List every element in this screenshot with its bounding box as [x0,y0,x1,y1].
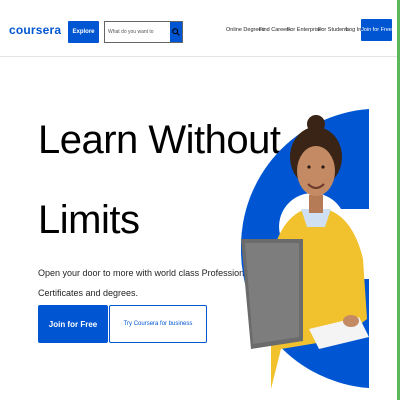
hero-title-line-2: Limits [38,198,140,242]
search-button[interactable] [170,22,182,42]
nav-log-in[interactable]: Log In [346,27,361,33]
explore-button[interactable]: Explore [68,21,99,43]
nav-for-students[interactable]: For Students [318,27,350,33]
site-header: coursera Explore Online Degrees Find Car… [0,0,400,57]
join-for-free-button[interactable]: Join for Free [38,305,108,343]
nav-for-enterprise[interactable]: For Enterprise [287,27,322,33]
hero-subtitle-line-2: Certificates and degrees. [38,288,139,298]
try-coursera-business-button[interactable]: Try Coursera for business [109,305,207,343]
search-bar [104,21,183,43]
join-for-free-header-button[interactable]: Join for Free [361,19,392,41]
search-icon [172,28,180,36]
coursera-logo[interactable]: coursera [9,23,61,37]
hero-subtitle-line-1: Open your door to more with world class … [38,268,252,278]
hero-illustration [241,109,369,388]
search-input[interactable] [105,22,170,42]
